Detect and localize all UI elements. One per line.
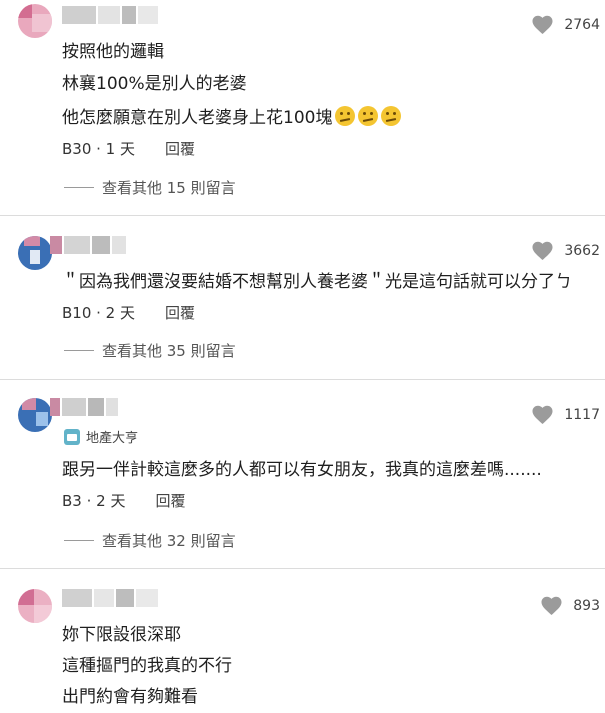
divider-line — [64, 350, 94, 351]
comment-line: 跟另一伴計較這麼多的人都可以有女朋友，我真的這麼差嗎....... — [62, 460, 542, 480]
heart-icon — [532, 241, 553, 261]
comment-3: 1117 地產大亨 跟另一伴計較這麼多的人都可以有女朋友，我真的這麼差嗎....… — [0, 380, 605, 568]
like-button[interactable]: 893 — [540, 595, 600, 616]
floor-time: B10 · 2 天 — [62, 304, 135, 322]
heart-icon — [532, 15, 553, 35]
username[interactable] — [50, 236, 126, 254]
comment-line: ＂因為我們還沒要結婚不想幫別人養老婆＂光是這句話就可以分了ㄅ — [62, 272, 572, 292]
comment-meta: B3 · 2 天 回覆 — [62, 490, 185, 511]
view-more-replies[interactable]: 查看其他 35 則留言 — [64, 340, 236, 361]
thinking-face-icon — [358, 106, 379, 126]
floor-time: B30 · 1 天 — [62, 140, 135, 158]
avatar[interactable] — [18, 236, 52, 270]
divider-line — [64, 187, 94, 188]
comment-4: 893 妳下限設很深耶 這種摳門的我真的不行 出門約會有夠難看 — [0, 569, 605, 713]
comment-line-with-emoji: 他怎麼願意在別人老婆身上花100塊 — [62, 106, 402, 128]
like-button[interactable]: 2764 — [531, 14, 600, 35]
comment-line: 出門約會有夠難看 — [62, 687, 198, 707]
like-button[interactable]: 1117 — [531, 404, 600, 425]
like-count: 893 — [573, 597, 600, 614]
like-count: 3662 — [564, 242, 600, 259]
comment-meta: B10 · 2 天 回覆 — [62, 302, 195, 323]
heart-icon — [532, 405, 553, 425]
comment-line: 林襄100%是別人的老婆 — [62, 74, 247, 94]
view-more-label: 查看其他 32 則留言 — [102, 532, 236, 550]
comment-line: 他怎麼願意在別人老婆身上花100塊 — [62, 108, 333, 128]
comment-line: 妳下限設很深耶 — [62, 625, 181, 645]
comment-meta: B30 · 1 天 回覆 — [62, 138, 195, 159]
comment-line: 按照他的邏輯 — [62, 42, 164, 62]
comment-line: 這種摳門的我真的不行 — [62, 656, 232, 676]
avatar[interactable] — [18, 398, 52, 432]
thinking-face-icon — [381, 106, 402, 126]
reply-button[interactable]: 回覆 — [155, 492, 185, 510]
view-more-label: 查看其他 35 則留言 — [102, 342, 236, 360]
username[interactable] — [62, 6, 158, 24]
view-more-label: 查看其他 15 則留言 — [102, 179, 236, 197]
reply-button[interactable]: 回覆 — [165, 140, 195, 158]
user-badge: 地產大亨 — [64, 427, 138, 446]
avatar[interactable] — [18, 4, 52, 38]
floor-time: B3 · 2 天 — [62, 492, 126, 510]
like-button[interactable]: 3662 — [531, 240, 600, 261]
username[interactable] — [62, 589, 158, 607]
like-count: 1117 — [564, 406, 600, 423]
avatar[interactable] — [18, 589, 52, 623]
divider-line — [64, 540, 94, 541]
view-more-replies[interactable]: 查看其他 15 則留言 — [64, 177, 236, 198]
reply-button[interactable]: 回覆 — [165, 304, 195, 322]
username[interactable] — [50, 398, 118, 416]
thinking-face-icon — [335, 106, 356, 126]
view-more-replies[interactable]: 查看其他 32 則留言 — [64, 530, 236, 551]
like-count: 2764 — [564, 16, 600, 33]
comment-1: 2764 按照他的邏輯 林襄100%是別人的老婆 他怎麼願意在別人老婆身上花10… — [0, 0, 605, 210]
badge-label: 地產大亨 — [86, 431, 139, 446]
comment-2: 3662 ＂因為我們還沒要結婚不想幫別人養老婆＂光是這句話就可以分了ㄅ B10 … — [0, 216, 605, 380]
house-badge-icon — [64, 428, 80, 445]
heart-icon — [541, 596, 562, 616]
